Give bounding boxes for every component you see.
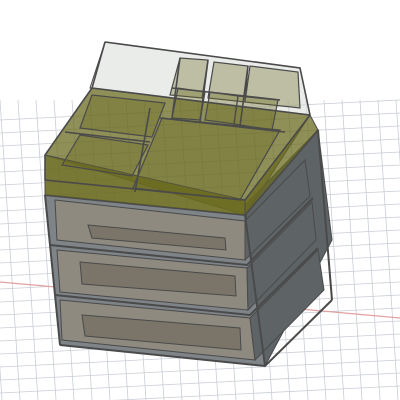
- grid-line: [0, 372, 400, 394]
- grid-line: [341, 99, 363, 400]
- grid-line: [395, 99, 400, 167]
- grid-line: [359, 99, 381, 400]
- grid-line: [0, 359, 400, 381]
- grid-line: [377, 99, 399, 400]
- model-canvas[interactable]: [0, 0, 400, 400]
- compartment-small-1[interactable]: [171, 87, 206, 121]
- compartment-small-2[interactable]: [204, 91, 239, 125]
- 3d-viewport[interactable]: [0, 0, 400, 400]
